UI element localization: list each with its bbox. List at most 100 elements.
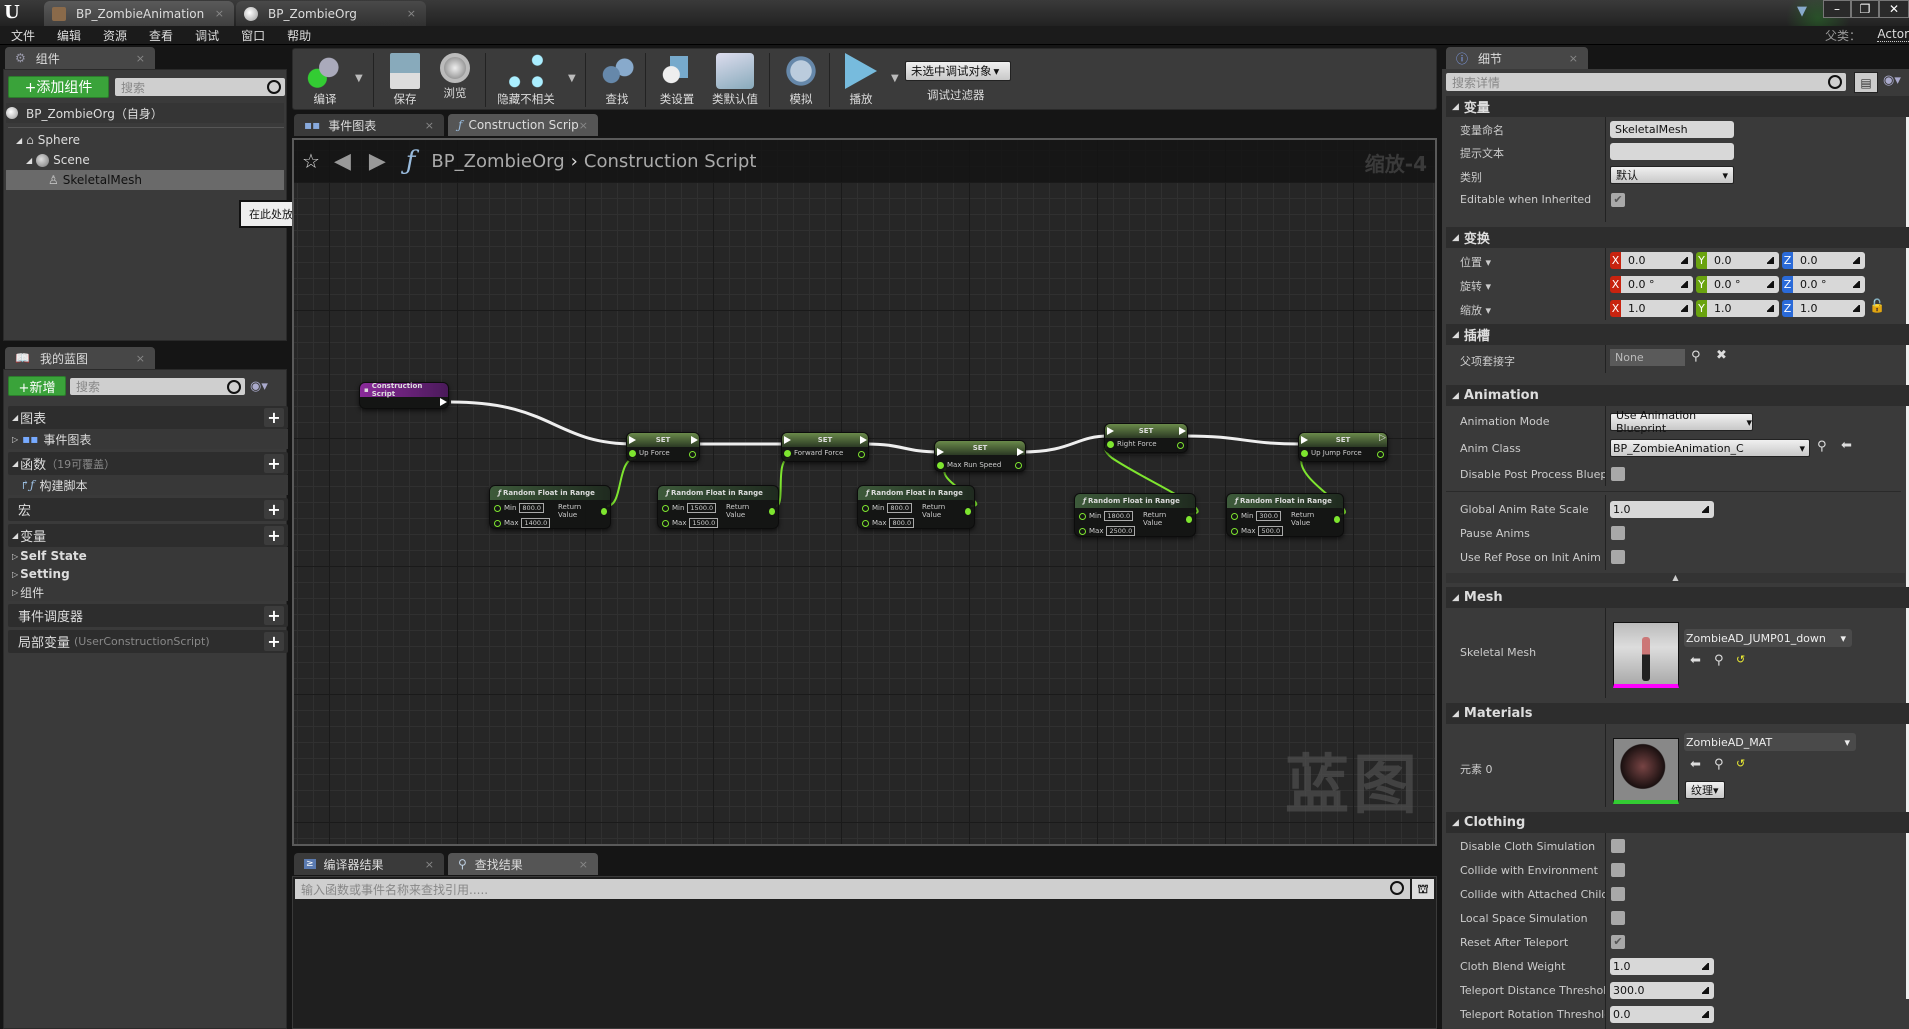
browse-asset-icon[interactable]: ⚲ [1714,757,1724,772]
random-float-node[interactable]: ƒ Random Float in Range Min 300.0 Max 500.0… [1226,493,1344,537]
close-icon[interactable]: × [1569,52,1578,65]
texture-dropdown[interactable]: 纹理 ▾ [1685,781,1725,799]
set-node-right-force[interactable]: SET Right Force [1104,423,1188,453]
components-search-input[interactable]: 搜索 [115,78,285,96]
max-value-field[interactable]: 2500.0 [1106,526,1136,536]
location-x-field[interactable]: X 0.0 [1610,252,1693,269]
hide-options-arrow[interactable]: ▼ [568,73,576,84]
tab-find-results[interactable]: ⚲ 查找结果 × [448,853,598,875]
tooltip-text-field[interactable] [1610,143,1734,160]
debug-object-dropdown[interactable]: 未选中调试对象 ▾ [905,61,1011,81]
tutorial-hat-icon[interactable]: ▼ [1797,4,1813,19]
details-tab[interactable]: ⓘ 细节 × [1446,47,1588,69]
var-group-setting[interactable]: ▷ Setting [8,565,288,583]
reset-to-default-icon[interactable]: ↺ [1736,757,1745,770]
max-value-field[interactable]: 500.0 [1258,526,1284,536]
tree-item-skeletalmesh[interactable]: ♙ SkeletalMesh [6,170,284,190]
exec-in-pin[interactable] [1107,427,1114,435]
exec-in-pin[interactable] [784,436,791,444]
min-value-field[interactable]: 300.0 [1256,511,1282,521]
self-component-row[interactable]: BP_ZombieOrg（自身） [6,103,284,123]
random-float-node[interactable]: ƒ Random Float in Range Min 800.0 Max 1400.… [489,485,611,529]
new-button[interactable]: +新增 [8,376,66,396]
min-value-field[interactable]: 1800.0 [1104,511,1134,521]
menu-edit[interactable]: 编辑 [46,27,92,44]
set-node-up-jump-force[interactable]: SET ▷ Up Jump Force [1298,432,1388,462]
doc-tab-zombie-org[interactable]: BP_ZombieOrg × [236,1,426,26]
random-float-node[interactable]: ƒ Random Float in Range Min 1500.0 Max 1500… [657,485,779,529]
close-icon[interactable]: × [136,352,145,365]
exec-out-pin[interactable] [1017,448,1024,456]
var-group-components[interactable]: ▷ 组件 [8,583,288,601]
section-clothing[interactable]: ◢ Clothing [1446,812,1909,833]
exec-in-pin[interactable] [937,448,944,456]
input-pin[interactable] [1301,449,1308,457]
hide-unrelated-button[interactable]: 隐藏不相关 [489,51,563,109]
input-pin[interactable] [1107,440,1114,448]
set-node-max-run-speed[interactable]: SET Max Run Speed [934,440,1026,472]
scale-x-field[interactable]: X 1.0 [1610,300,1693,317]
material-thumbnail[interactable] [1613,738,1679,804]
skeletal-mesh-dropdown[interactable]: ZombieAD_JUMP01_down ▾ [1684,629,1852,647]
min-value-field[interactable]: 800.0 [519,503,545,513]
section-mesh[interactable]: ◢ Mesh [1446,587,1909,608]
play-button[interactable]: 播放 [833,51,889,109]
close-icon[interactable]: × [425,119,434,132]
close-icon[interactable]: × [407,7,416,20]
variable-name-field[interactable]: SkeletalMesh [1610,121,1734,138]
max-value-field[interactable]: 1500.0 [689,518,719,528]
exec-out-pin[interactable] [860,436,867,444]
restore-button[interactable]: ❐ [1851,0,1879,18]
components-tab[interactable]: ⚙ 组件 × [5,47,155,69]
max-value-field[interactable]: 800.0 [889,518,915,528]
skeletal-mesh-thumbnail[interactable] [1613,622,1679,688]
menu-help[interactable]: 帮助 [276,27,322,44]
output-pin[interactable] [1185,515,1192,523]
menu-view[interactable]: 查看 [138,27,184,44]
scale-label[interactable]: 缩放 ▾ [1460,302,1491,318]
add-dispatcher-button[interactable]: + [264,606,284,625]
rotation-y-field[interactable]: Y 0.0 ° [1696,276,1779,293]
exec-out-pin[interactable]: ▷ [1379,433,1386,443]
disable-cloth-sim-checkbox[interactable] [1611,839,1625,853]
input-pin[interactable] [1231,527,1238,535]
lock-scale-icon[interactable]: 🔓 [1869,299,1885,314]
section-variables[interactable]: ◢ 变量 + [8,524,288,547]
set-node-forward-force[interactable]: SET Forward Force [781,432,869,462]
use-selected-arrow-icon[interactable]: ⬅ [1841,438,1852,453]
location-z-field[interactable]: Z 0.0 [1782,252,1865,269]
my-blueprint-tab[interactable]: 📖 我的蓝图 × [5,347,155,369]
input-pin[interactable] [1079,527,1086,535]
browse-anim-class-icon[interactable]: ⚲ [1817,439,1827,454]
parent-class-link[interactable]: Actor [1877,27,1909,42]
add-variable-button[interactable]: + [264,526,284,545]
section-functions[interactable]: ◢ 函数 （19可覆盖） + [8,452,288,475]
output-pin[interactable] [1015,462,1022,469]
random-float-node[interactable]: ƒ Random Float in Range Min 1800.0 Max 2500… [1074,493,1196,537]
simulate-button[interactable]: 模拟 [773,51,829,109]
details-search-input[interactable]: 搜索详情 [1446,73,1846,91]
class-defaults-button[interactable]: 类默认值 [705,51,765,109]
min-value-field[interactable]: 800.0 [887,503,913,513]
save-button[interactable]: 保存 [377,51,433,109]
menu-file[interactable]: 文件 [0,27,46,44]
category-dropdown[interactable]: 默认 ▾ [1610,166,1734,184]
output-pin[interactable] [600,507,607,515]
ref-pose-checkbox[interactable] [1611,550,1625,564]
output-pin[interactable] [768,507,775,515]
exec-out-pin[interactable] [691,436,698,444]
editable-inherited-checkbox[interactable]: ✔ [1611,193,1625,207]
output-pin[interactable] [1333,515,1340,523]
tree-item-sphere[interactable]: ◢ ⌂ Sphere [16,130,80,150]
browse-socket-icon[interactable]: ⚲ [1691,349,1701,364]
class-settings-button[interactable]: 类设置 [649,51,705,109]
var-group-self-state[interactable]: ▷ Self State [8,547,288,565]
add-macro-button[interactable]: + [264,500,284,519]
menu-debug[interactable]: 调试 [184,27,230,44]
pause-anims-checkbox[interactable] [1611,526,1625,540]
advanced-collapse-toggle[interactable]: ▲ [1446,573,1905,583]
exec-in-pin[interactable] [1301,436,1308,444]
material-dropdown[interactable]: ZombieAD_MAT ▾ [1684,733,1856,751]
property-matrix-button[interactable]: ▤ [1854,72,1878,93]
input-pin[interactable] [1231,512,1238,520]
